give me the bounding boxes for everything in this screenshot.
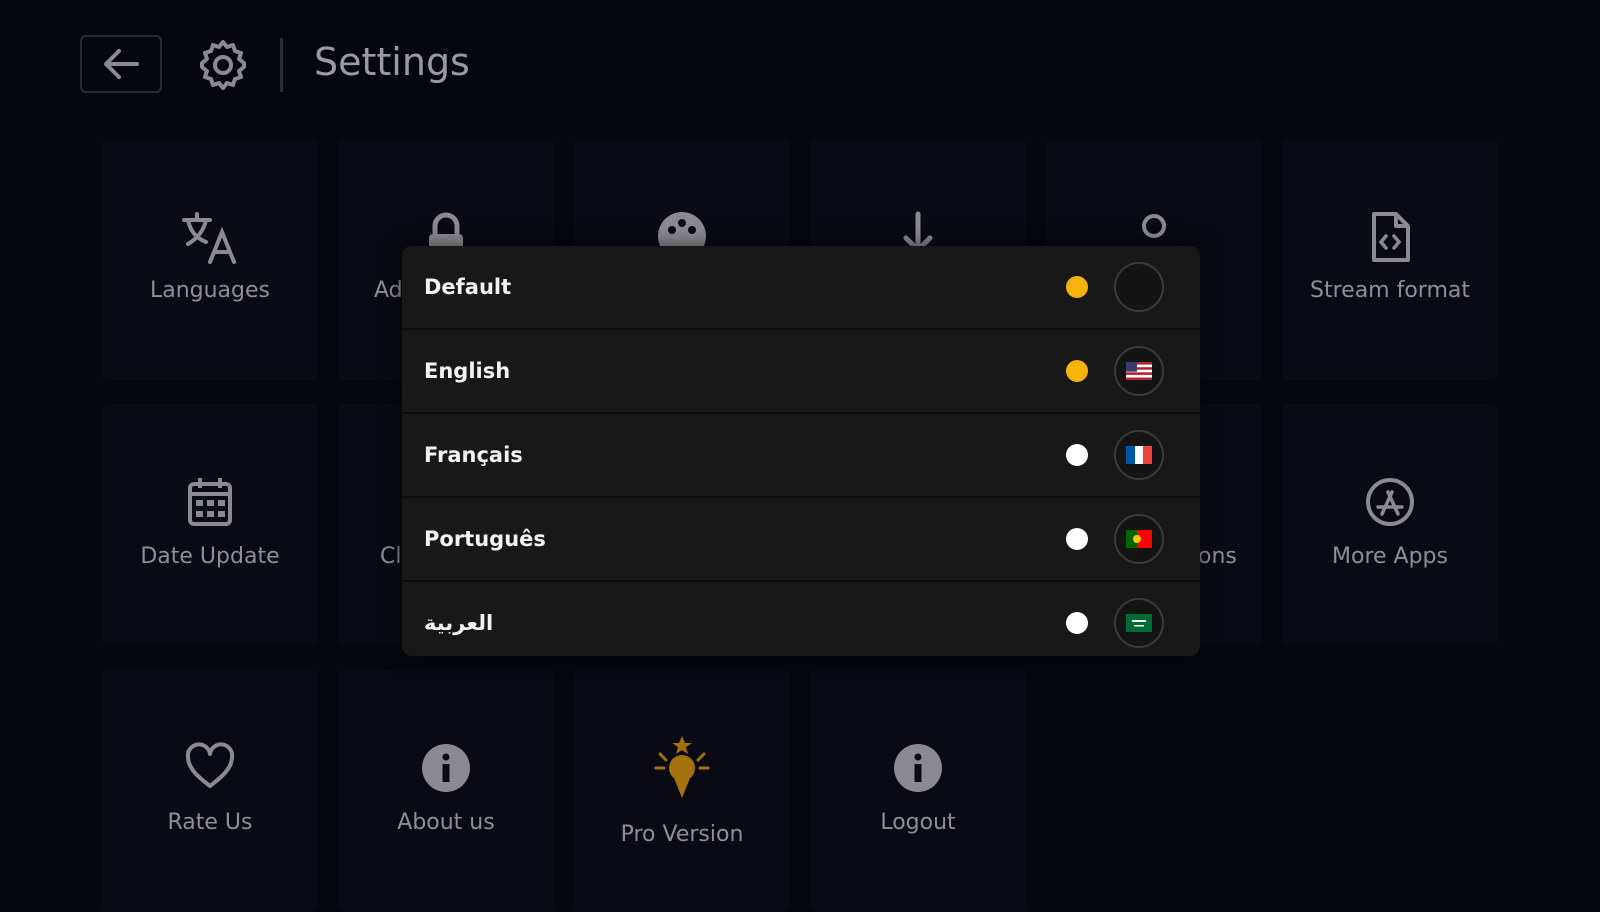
radio-selected-icon[interactable] — [1066, 276, 1088, 298]
language-label: Default — [424, 275, 512, 299]
tile-about-us[interactable]: About us — [338, 670, 554, 912]
radio-unselected-icon[interactable] — [1066, 444, 1088, 466]
tile-label: Date Update — [140, 544, 280, 569]
app-store-icon — [1366, 478, 1414, 526]
radio-unselected-icon[interactable] — [1066, 612, 1088, 634]
language-option-default[interactable]: Default — [402, 246, 1200, 330]
tile-date-update[interactable]: Date Update — [102, 404, 318, 646]
gear-icon — [200, 40, 246, 90]
page-title: Settings — [314, 40, 470, 84]
tile-label: Logout — [880, 810, 956, 835]
tile-logout[interactable]: Logout — [810, 670, 1026, 912]
arrow-left-icon — [104, 49, 139, 79]
tile-languages[interactable]: Languages — [102, 138, 318, 380]
language-label: Português — [424, 527, 546, 551]
language-label: English — [424, 359, 511, 383]
tile-more-apps[interactable]: More Apps — [1282, 404, 1498, 646]
us-flag-icon — [1114, 346, 1164, 396]
radio-unselected-icon[interactable] — [1066, 528, 1088, 550]
tile-label: Pro Version — [620, 822, 744, 847]
award-icon — [654, 736, 710, 798]
tile-rate-us[interactable]: Rate Us — [102, 670, 318, 912]
language-option-portuguese[interactable]: Português — [402, 498, 1200, 582]
tile-pro-version[interactable]: Pro Version — [574, 670, 790, 912]
tile-label: More Apps — [1332, 544, 1448, 569]
portugal-flag-icon — [1114, 514, 1164, 564]
tile-label: Rate Us — [167, 810, 253, 835]
language-label: Français — [424, 443, 523, 467]
language-label: العربية — [424, 611, 494, 635]
language-option-arabic[interactable]: العربية — [402, 582, 1200, 656]
calendar-icon — [188, 478, 232, 526]
language-option-french[interactable]: Français — [402, 414, 1200, 498]
tile-label: About us — [397, 810, 495, 835]
tile-label: ons — [1198, 544, 1237, 569]
header-divider — [280, 38, 283, 92]
flag-placeholder-icon — [1114, 262, 1164, 312]
france-flag-icon — [1114, 430, 1164, 480]
saudi-flag-icon — [1114, 598, 1164, 648]
heart-icon — [185, 742, 235, 788]
back-button[interactable] — [80, 35, 162, 93]
language-option-english[interactable]: English — [402, 330, 1200, 414]
translate-icon — [182, 212, 236, 264]
tile-label: Languages — [149, 278, 271, 303]
file-code-icon — [1372, 212, 1410, 262]
tile-label: Stream format — [1310, 278, 1470, 303]
info-icon — [422, 744, 470, 792]
info-icon — [894, 744, 942, 792]
radio-selected-icon[interactable] — [1066, 360, 1088, 382]
language-dialog: Default English Français Português العرب… — [402, 246, 1200, 656]
tile-stream-format[interactable]: Stream format — [1282, 138, 1498, 380]
header: Settings — [0, 0, 1600, 130]
